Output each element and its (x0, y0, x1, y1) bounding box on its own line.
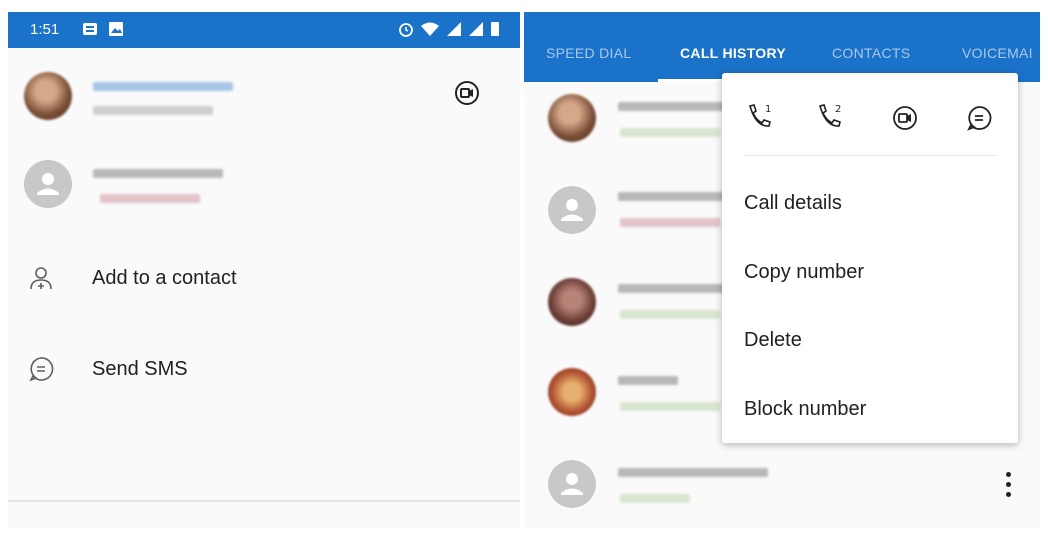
caller-name (618, 192, 728, 201)
avatar (548, 368, 596, 416)
divider (8, 500, 520, 502)
caller-name (618, 376, 678, 385)
add-to-contact-row[interactable]: Add to a contact (8, 253, 520, 303)
video-call-icon[interactable] (888, 101, 922, 135)
status-bar: 1:51 (8, 12, 520, 48)
contact-number (93, 106, 213, 115)
message-icon (29, 357, 54, 382)
message-icon[interactable] (962, 101, 996, 135)
avatar (24, 72, 72, 120)
tab-contacts[interactable]: CONTACTS (832, 45, 910, 61)
video-call-icon[interactable] (454, 80, 480, 106)
send-sms-label: Send SMS (92, 358, 188, 380)
call-date (620, 402, 720, 411)
call-date (100, 194, 200, 203)
notification-icon (83, 23, 97, 35)
status-time: 1:51 (30, 21, 60, 38)
menu-item-label: Delete (744, 329, 802, 351)
signal-icon (469, 22, 483, 36)
call-date (620, 128, 720, 137)
avatar (24, 160, 72, 208)
quick-actions: 1 2 (722, 91, 1018, 147)
tab-voicemail[interactable]: VOICEMAI (962, 45, 1033, 61)
delete-menu-item[interactable]: Delete (722, 313, 1018, 369)
call-date (620, 310, 720, 319)
tab-speed-dial[interactable]: SPEED DIAL (546, 45, 631, 61)
tab-bar: SPEED DIAL CALL HISTORY CONTACTS VOICEMA… (524, 12, 1040, 82)
image-icon (109, 22, 123, 36)
contact-row[interactable] (8, 136, 520, 216)
call-date (620, 218, 720, 227)
menu-divider (744, 155, 996, 156)
avatar (548, 186, 596, 234)
copy-number-menu-item[interactable]: Copy number (722, 245, 1018, 301)
contact-row[interactable] (8, 48, 520, 128)
avatar (548, 278, 596, 326)
add-to-contact-label: Add to a contact (92, 267, 237, 289)
contact-name (93, 82, 233, 91)
context-menu: 1 2 Call details Copy number Delete Bloc… (722, 73, 1018, 443)
avatar (548, 94, 596, 142)
wifi-icon (421, 22, 439, 36)
call-sim-1-icon[interactable]: 1 (744, 101, 778, 135)
menu-item-label: Copy number (744, 261, 865, 283)
call-log-row[interactable] (524, 446, 1040, 526)
sim-2-badge: 2 (835, 104, 841, 115)
signal-icon (447, 22, 461, 36)
avatar (548, 460, 596, 508)
menu-item-label: Call details (744, 192, 842, 214)
alarm-icon (399, 23, 413, 37)
call-details-menu-item[interactable]: Call details (722, 176, 1018, 232)
call-date (620, 494, 690, 503)
call-history-screen: SPEED DIAL CALL HISTORY CONTACTS VOICEMA… (524, 12, 1040, 528)
contact-name (93, 169, 223, 178)
send-sms-row[interactable]: Send SMS (8, 344, 520, 394)
caller-name (618, 102, 728, 111)
contact-actions-screen: 1:51 Add to a contact Send SMS (8, 12, 520, 528)
call-sim-2-icon[interactable]: 2 (814, 101, 848, 135)
menu-item-label: Block number (744, 398, 867, 420)
block-number-menu-item[interactable]: Block number (722, 382, 1018, 438)
battery-icon (491, 22, 499, 36)
caller-name (618, 284, 728, 293)
tab-call-history[interactable]: CALL HISTORY (680, 45, 786, 61)
add-person-icon (30, 267, 52, 290)
sim-1-badge: 1 (765, 104, 771, 115)
status-icons (398, 21, 500, 37)
overflow-menu-icon[interactable] (1002, 470, 1014, 500)
caller-number (618, 468, 768, 477)
